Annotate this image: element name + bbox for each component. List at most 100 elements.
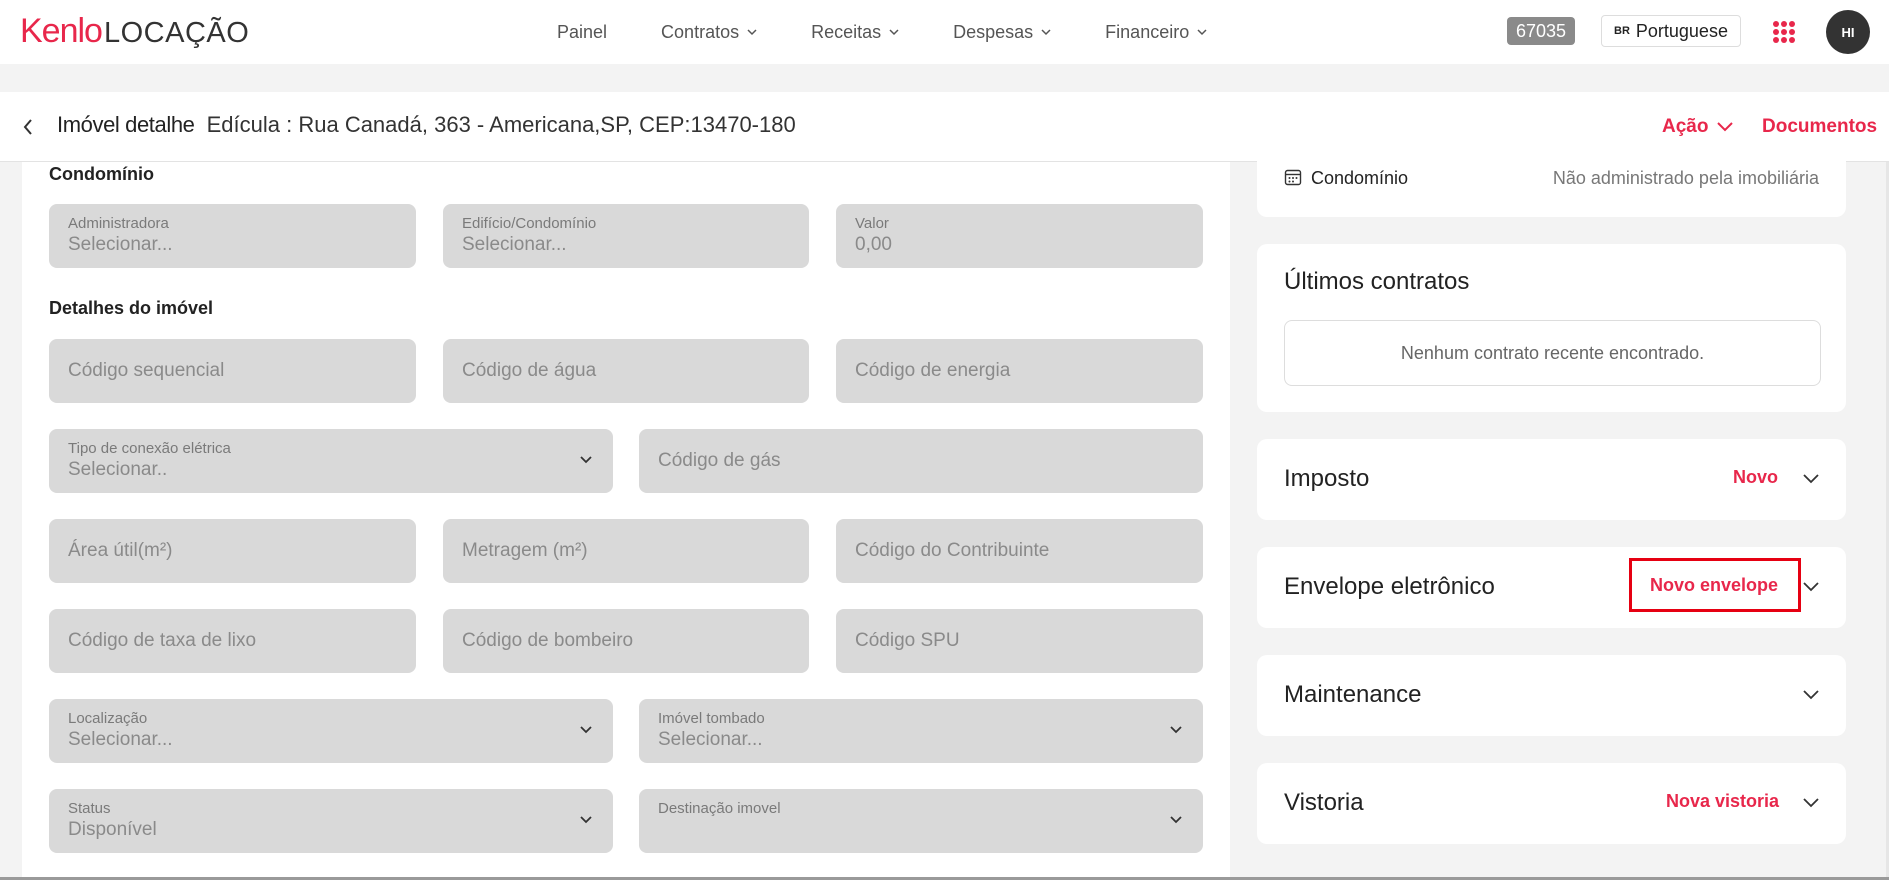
action-label: Ação	[1662, 116, 1709, 137]
documents-link[interactable]: Documentos	[1762, 116, 1877, 138]
administradora-select[interactable]: Administradora Selecionar...	[49, 204, 416, 268]
field-value: Selecionar...	[462, 234, 567, 255]
codigo-sequencial-input[interactable]: Código sequencial	[49, 339, 416, 403]
tipo-conexao-select[interactable]: Tipo de conexão elétrica Selecionar..	[49, 429, 613, 493]
field-label: Status	[68, 800, 111, 817]
edificio-select[interactable]: Edifício/Condomínio Selecionar...	[443, 204, 809, 268]
nav-item-label: Receitas	[811, 21, 882, 42]
chevron-down-icon	[1170, 726, 1182, 734]
valor-input[interactable]: Valor 0,00	[836, 204, 1203, 268]
chevron-down-icon[interactable]	[1802, 473, 1820, 485]
imovel-tombado-select[interactable]: Imóvel tombado Selecionar...	[639, 699, 1203, 763]
nav-item-label: Despesas	[953, 21, 1034, 42]
chevron-down-icon[interactable]	[1802, 689, 1820, 701]
logo-product: LOCAÇÃO	[103, 17, 250, 49]
field-placeholder: Código SPU	[855, 630, 960, 651]
property-form-panel: Condomínio Administradora Selecionar... …	[22, 162, 1230, 880]
field-placeholder: Área útil(m²)	[68, 540, 173, 561]
empty-contracts-message: Nenhum contrato recente encontrado.	[1284, 320, 1821, 386]
codigo-agua-input[interactable]: Código de água	[443, 339, 809, 403]
nav-item-label: Contratos	[661, 21, 740, 42]
area-util-input[interactable]: Área útil(m²)	[49, 519, 416, 583]
chevron-down-icon	[580, 726, 592, 734]
apps-grid-icon[interactable]	[1773, 21, 1795, 43]
status-select[interactable]: Status Disponível	[49, 789, 613, 853]
calendar-icon	[1284, 169, 1302, 186]
field-label: Edifício/Condomínio	[462, 215, 597, 232]
codigo-spu-input[interactable]: Código SPU	[836, 609, 1203, 673]
card-title: Vistoria	[1284, 789, 1364, 816]
highlight-box	[1629, 558, 1801, 612]
nova-vistoria-button[interactable]: Nova vistoria	[1666, 791, 1779, 812]
field-label: Valor	[855, 215, 889, 232]
account-id-badge: 67035	[1507, 17, 1576, 45]
logo-brand: Kenlo	[20, 12, 103, 50]
field-value: Selecionar...	[68, 234, 173, 255]
codigo-bombeiro-input[interactable]: Código de bombeiro	[443, 609, 809, 673]
field-label: Imóvel tombado	[658, 710, 765, 727]
nav-item-label: Painel	[557, 21, 608, 42]
chevron-down-icon	[1197, 29, 1207, 36]
chevron-down-icon	[580, 816, 592, 824]
field-value: Disponível	[68, 819, 157, 840]
codigo-energia-input[interactable]: Código de energia	[836, 339, 1203, 403]
chevron-down-icon	[747, 29, 757, 36]
localizacao-select[interactable]: Localização Selecionar...	[49, 699, 613, 763]
chevron-down-icon	[1041, 29, 1051, 36]
action-menu-button[interactable]: Ação	[1662, 116, 1734, 138]
field-value: Selecionar..	[68, 459, 168, 480]
field-label: Destinação imovel	[658, 800, 781, 817]
chevron-down-icon	[889, 29, 899, 36]
card-title: Últimos contratos	[1284, 268, 1470, 295]
ultimos-contratos-card: Últimos contratos Nenhum contrato recent…	[1257, 244, 1846, 412]
nav-item-despesas[interactable]: Despesas	[926, 22, 1078, 43]
nav-item-financeiro[interactable]: Financeiro	[1078, 22, 1234, 43]
field-placeholder: Código sequencial	[68, 360, 225, 381]
brazil-flag-icon: BR	[1614, 25, 1630, 37]
chevron-down-icon[interactable]	[1802, 797, 1820, 809]
chevron-down-icon	[1717, 122, 1734, 132]
back-arrow-icon[interactable]	[20, 116, 36, 138]
nav-item-label: Financeiro	[1105, 21, 1190, 42]
nav-item-contratos[interactable]: Contratos	[634, 22, 784, 43]
field-placeholder: Código de gás	[658, 450, 781, 471]
novo-imposto-button[interactable]: Novo	[1733, 467, 1778, 488]
language-selector[interactable]: BR Portuguese	[1601, 15, 1741, 47]
codigo-gas-input[interactable]: Código de gás	[639, 429, 1203, 493]
main-menu: Painel Contratos Receitas Despesas Finan…	[530, 0, 1234, 64]
field-value: Selecionar...	[658, 729, 763, 750]
field-placeholder: Código de água	[462, 360, 597, 381]
field-label: Localização	[68, 710, 148, 727]
chevron-down-icon	[1170, 816, 1182, 824]
field-value: Selecionar...	[68, 729, 173, 750]
maintenance-card[interactable]: Maintenance	[1257, 655, 1846, 736]
nav-item-receitas[interactable]: Receitas	[784, 22, 926, 43]
card-title: Maintenance	[1284, 681, 1422, 708]
condominio-info-card: Condomínio Não administrado pela imobili…	[1257, 150, 1846, 217]
imposto-card[interactable]: Imposto Novo	[1257, 439, 1846, 520]
metragem-input[interactable]: Metragem (m²)	[443, 519, 809, 583]
language-label: Portuguese	[1635, 20, 1728, 41]
card-title: Envelope eletrônico	[1284, 573, 1495, 600]
field-value: 0,00	[855, 234, 892, 255]
field-placeholder: Código do Contribuinte	[855, 540, 1050, 561]
chevron-down-icon[interactable]	[1802, 581, 1820, 593]
section-title-condominio: Condomínio	[49, 164, 154, 184]
property-address: Edícula : Rua Canadá, 363 - Americana,SP…	[206, 112, 796, 137]
codigo-contribuinte-input[interactable]: Código do Contribuinte	[836, 519, 1203, 583]
destinacao-select[interactable]: Destinação imovel	[639, 789, 1203, 853]
vistoria-card[interactable]: Vistoria Nova vistoria	[1257, 763, 1846, 844]
page-title: Imóvel detalhe	[57, 112, 195, 137]
field-label: Tipo de conexão elétrica	[68, 440, 231, 457]
condominio-row-label: Condomínio	[1311, 168, 1409, 188]
kenlo-logo[interactable]: Kenlo LOCAÇÃO	[20, 12, 249, 52]
field-placeholder: Código de bombeiro	[462, 630, 634, 651]
nav-item-painel[interactable]: Painel	[530, 22, 634, 43]
field-placeholder: Código de taxa de lixo	[68, 630, 257, 651]
user-avatar[interactable]: HI	[1826, 10, 1870, 54]
codigo-lixo-input[interactable]: Código de taxa de lixo	[49, 609, 416, 673]
chevron-down-icon	[580, 456, 592, 464]
condominio-row-value: Não administrado pela imobiliária	[1552, 168, 1819, 188]
breadcrumb: Imóvel detalhe Edícula : Rua Canadá, 363…	[57, 112, 796, 138]
field-label: Administradora	[68, 215, 169, 232]
